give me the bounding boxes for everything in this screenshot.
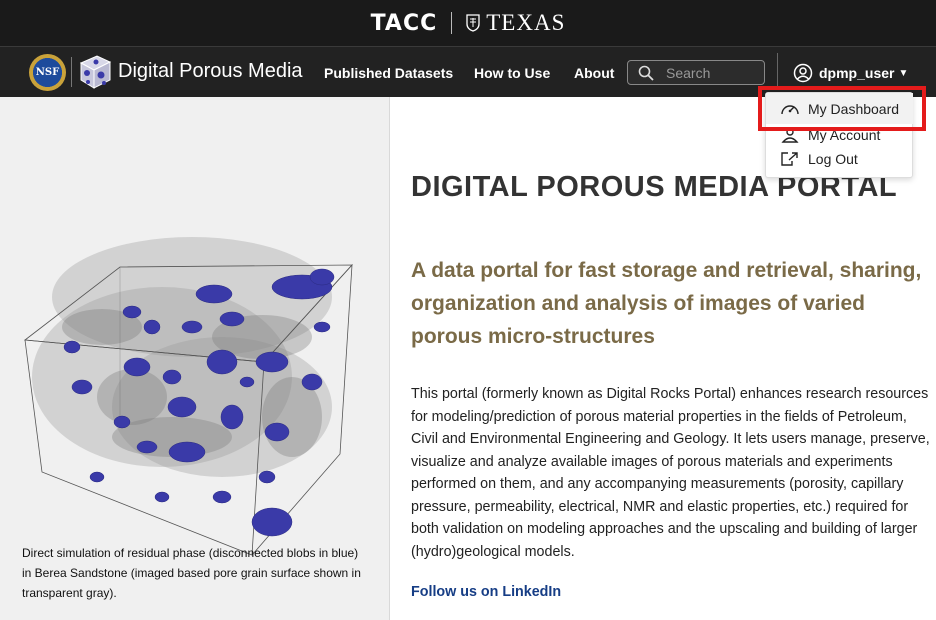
nav-about[interactable]: About — [574, 65, 614, 81]
top-brand-bar: TACC TEXAS — [0, 0, 936, 46]
intro-paragraph: This portal (formerly known as Digital R… — [411, 386, 930, 560]
nav-published-datasets[interactable]: Published Datasets — [324, 65, 453, 81]
caret-down-icon: ▼ — [898, 67, 909, 79]
texas-logo-link[interactable]: TEXAS — [466, 10, 565, 36]
tacc-logo[interactable]: TACC — [371, 11, 438, 36]
nsf-logo[interactable]: NSF — [29, 54, 66, 91]
image-caption: Direct simulation of residual phase (dis… — [22, 546, 361, 600]
divider — [777, 53, 778, 89]
highlight-annotation-box — [758, 86, 926, 131]
ut-seal-icon — [466, 14, 480, 32]
divider — [451, 12, 453, 34]
user-name: dpmp_user — [819, 65, 895, 81]
dropdown-label: Log Out — [808, 151, 858, 167]
brand-title[interactable]: Digital Porous Media — [118, 60, 303, 83]
divider — [71, 57, 72, 87]
search-icon — [638, 65, 654, 81]
page-subtitle: A data portal for fast storage and retri… — [411, 259, 922, 348]
search-input[interactable] — [666, 64, 761, 81]
porous-cube-logo-icon[interactable] — [77, 53, 113, 91]
linkedin-link[interactable]: Follow us on LinkedIn — [411, 584, 561, 600]
nsf-logo-text: NSF — [35, 67, 60, 78]
logout-icon — [781, 152, 798, 166]
hero-image-panel: Direct simulation of residual phase (dis… — [0, 97, 390, 620]
dropdown-item-log-out[interactable]: Log Out — [780, 151, 858, 167]
nav-how-to-use[interactable]: How to Use — [474, 65, 550, 81]
berea-sandstone-simulation-image — [23, 237, 353, 556]
user-menu-toggle[interactable]: dpmp_user ▼ — [793, 63, 908, 83]
texas-logo: TEXAS — [486, 10, 566, 35]
user-avatar-icon — [793, 63, 813, 83]
search-box[interactable] — [627, 60, 765, 85]
